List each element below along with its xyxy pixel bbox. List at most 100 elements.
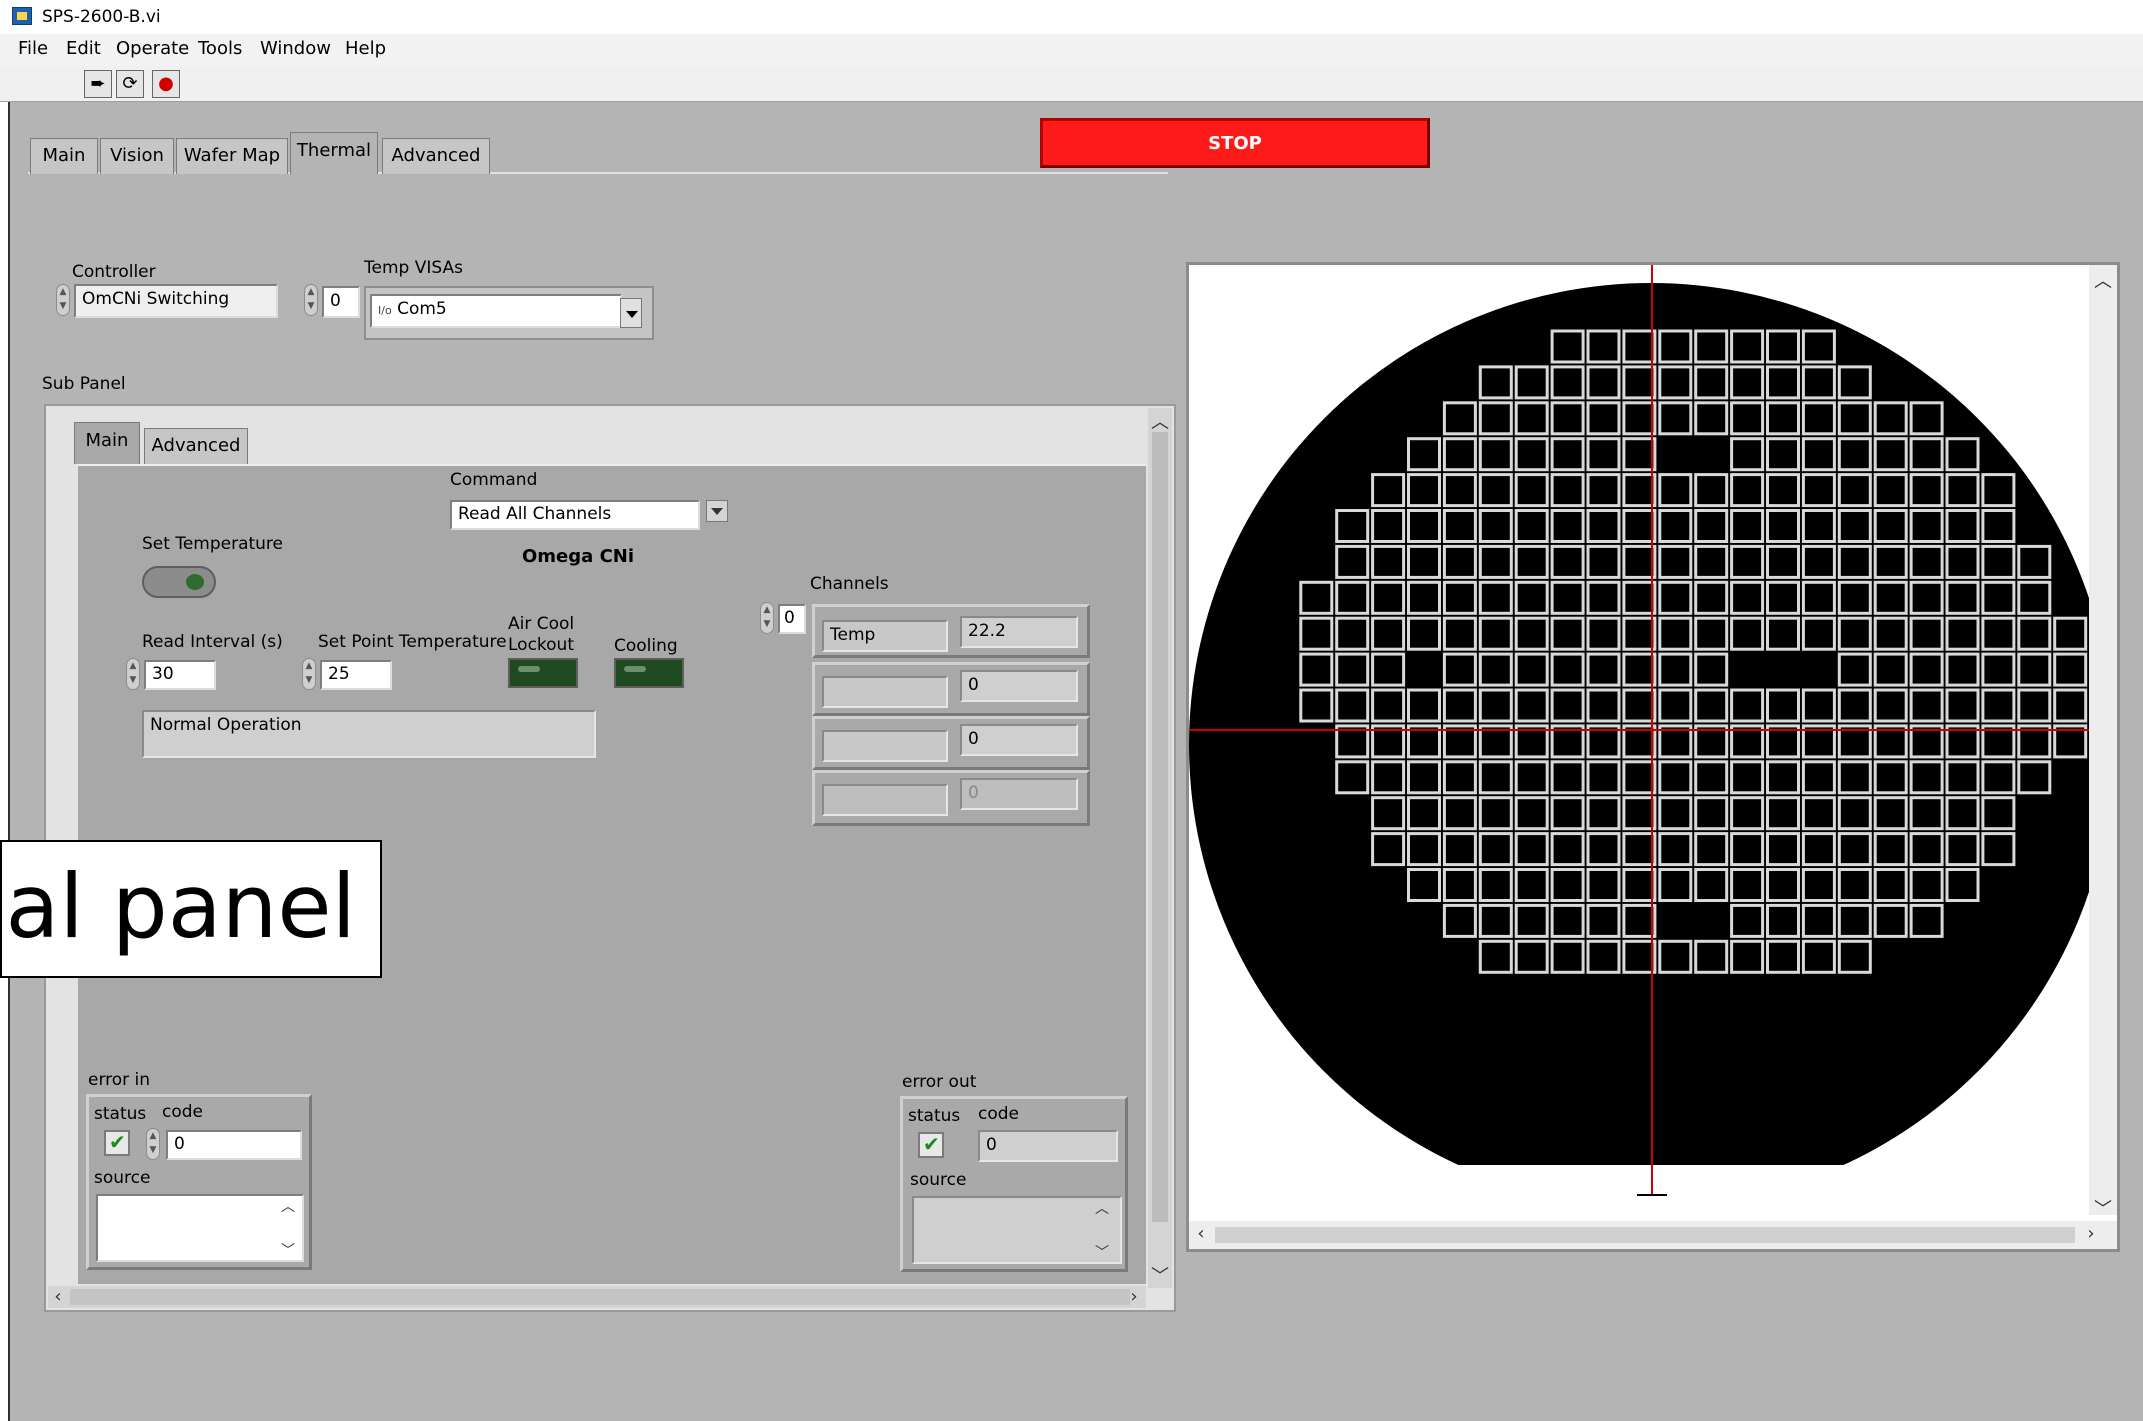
run-continuously-icon[interactable]: ⟳: [116, 70, 144, 98]
menu-edit[interactable]: Edit: [66, 38, 101, 59]
toolbar: [0, 66, 2143, 102]
scroll-up-icon[interactable]: ︿: [1092, 1198, 1112, 1218]
scroll-up-icon[interactable]: ︿: [2089, 267, 2117, 293]
check-icon: ✔: [109, 1130, 126, 1154]
channel-name[interactable]: Temp: [822, 620, 948, 652]
visa-io-icon: I/o: [378, 304, 392, 317]
channel-name[interactable]: [822, 676, 948, 708]
stop-button-label: STOP: [1208, 133, 1262, 154]
command-ring[interactable]: Read All Channels: [450, 500, 700, 530]
callout-text: Thermal panel: [2, 855, 356, 958]
scroll-down-icon[interactable]: ﹀: [1148, 1262, 1172, 1288]
device-name: Omega CNi: [522, 546, 635, 567]
map-hscroll-thumb[interactable]: [1215, 1227, 2075, 1243]
scroll-right-icon[interactable]: ›: [2079, 1223, 2103, 1244]
error-in-source-label: source: [94, 1168, 151, 1188]
air-cool-lockout-label: Air Cool Lockout: [508, 614, 575, 655]
menu-tools[interactable]: Tools: [198, 38, 242, 59]
error-in-status-checkbox[interactable]: ✔: [104, 1130, 130, 1156]
hscroll-thumb[interactable]: [70, 1289, 1130, 1305]
air-cool-lockout-led: [508, 658, 578, 688]
read-interval-input[interactable]: 30: [144, 660, 216, 690]
scroll-left-icon[interactable]: ‹: [1189, 1223, 1213, 1244]
callout-label: Thermal panel: [0, 840, 382, 978]
error-in-source[interactable]: [96, 1194, 304, 1262]
sub-panel-hscrollbar[interactable]: ‹ ›: [48, 1286, 1146, 1308]
controller-spinner[interactable]: ▲ ▼: [56, 284, 70, 316]
map-vscrollbar[interactable]: ︿ ﹀: [2089, 265, 2117, 1220]
scroll-down-icon[interactable]: ﹀: [1092, 1242, 1112, 1262]
window-title: SPS-2600-B.vi: [42, 7, 161, 27]
scroll-down-icon[interactable]: ﹀: [278, 1240, 298, 1260]
menu-operate[interactable]: Operate: [116, 38, 189, 59]
subtab-advanced[interactable]: Advanced: [144, 428, 248, 464]
error-out-label: error out: [902, 1072, 977, 1092]
temp-visas-dropdown[interactable]: [620, 298, 642, 328]
channel-name[interactable]: [822, 784, 948, 816]
temp-visas-index-spinner[interactable]: ▲ ▼: [304, 284, 318, 316]
channel-value: 22.2: [960, 616, 1078, 648]
tab-thermal[interactable]: Thermal: [290, 132, 378, 174]
wafer-map[interactable]: [1189, 265, 2117, 1249]
command-dropdown[interactable]: [706, 500, 728, 522]
read-interval-label: Read Interval (s): [142, 632, 283, 652]
sub-panel-label: Sub Panel: [42, 374, 126, 394]
stop-button[interactable]: STOP: [1040, 118, 1430, 168]
menu-file[interactable]: File: [18, 38, 48, 59]
wafer-map-display[interactable]: ︿ ﹀ ‹ ›: [1186, 262, 2120, 1252]
error-out-code-label: code: [978, 1104, 1019, 1124]
error-out-source: [912, 1196, 1122, 1264]
channels-index[interactable]: 0: [778, 604, 806, 634]
subtab-main[interactable]: Main: [74, 422, 140, 464]
set-temperature-label: Set Temperature: [142, 534, 284, 554]
scroll-left-icon[interactable]: ‹: [48, 1286, 68, 1307]
error-out-source-label: source: [910, 1170, 967, 1190]
scroll-up-icon[interactable]: ︿: [278, 1196, 298, 1216]
temp-visas-label: Temp VISAs: [364, 258, 463, 278]
channel-value: 0: [960, 778, 1078, 810]
set-point-input[interactable]: 25: [320, 660, 392, 690]
error-out-code: 0: [978, 1130, 1118, 1162]
temp-visas-index[interactable]: 0: [322, 286, 360, 318]
channels-index-spinner[interactable]: ▲ ▼: [760, 602, 774, 634]
scroll-thumb[interactable]: [1152, 432, 1168, 1222]
temp-visas-value: Com5: [397, 299, 447, 319]
check-icon: ✔: [923, 1132, 940, 1156]
toggle-indicator: [186, 574, 204, 590]
set-point-label: Set Point Temperature: [318, 632, 507, 652]
channel-value: 0: [960, 724, 1078, 756]
scroll-up-icon[interactable]: ︿: [1148, 408, 1172, 434]
error-in-code-spinner[interactable]: ▲ ▼: [146, 1128, 160, 1160]
map-hscrollbar[interactable]: ‹ ›: [1189, 1221, 2117, 1249]
scroll-right-icon[interactable]: ›: [1124, 1286, 1144, 1307]
error-out-status-label: status: [908, 1106, 961, 1126]
controller-ring[interactable]: OmCNi Switching: [74, 284, 278, 318]
controller-label: Controller: [72, 262, 156, 282]
error-in-code-input[interactable]: 0: [166, 1130, 302, 1160]
error-in-status-label: status: [94, 1104, 147, 1124]
tab-wafer-map[interactable]: Wafer Map: [176, 138, 288, 174]
read-interval-spinner[interactable]: ▲ ▼: [126, 658, 140, 690]
cooling-label: Cooling: [614, 636, 678, 656]
error-in-label: error in: [88, 1070, 151, 1090]
temp-visas-input[interactable]: I/o Com5: [370, 294, 622, 328]
error-in-code-label: code: [162, 1102, 203, 1122]
set-point-spinner[interactable]: ▲ ▼: [302, 658, 316, 690]
abort-icon[interactable]: ●: [152, 70, 180, 98]
set-temperature-toggle[interactable]: [142, 566, 216, 598]
channel-name[interactable]: [822, 730, 948, 762]
tab-main[interactable]: Main: [30, 138, 98, 174]
command-label: Command: [450, 470, 538, 490]
chevron-down-icon: [626, 311, 638, 318]
error-out-status-indicator: ✔: [918, 1132, 944, 1158]
run-arrow-icon[interactable]: ➨: [84, 70, 112, 98]
tab-advanced[interactable]: Advanced: [382, 138, 490, 174]
app-icon: [12, 7, 32, 25]
channel-value: 0: [960, 670, 1078, 702]
menu-window[interactable]: Window: [260, 38, 331, 59]
scroll-down-icon[interactable]: ﹀: [2089, 1195, 2117, 1221]
menu-help[interactable]: Help: [345, 38, 386, 59]
tab-vision[interactable]: Vision: [100, 138, 174, 174]
sub-panel-vscrollbar[interactable]: ︿ ﹀: [1148, 408, 1172, 1288]
dropdown-arrow-icon: [711, 508, 723, 515]
